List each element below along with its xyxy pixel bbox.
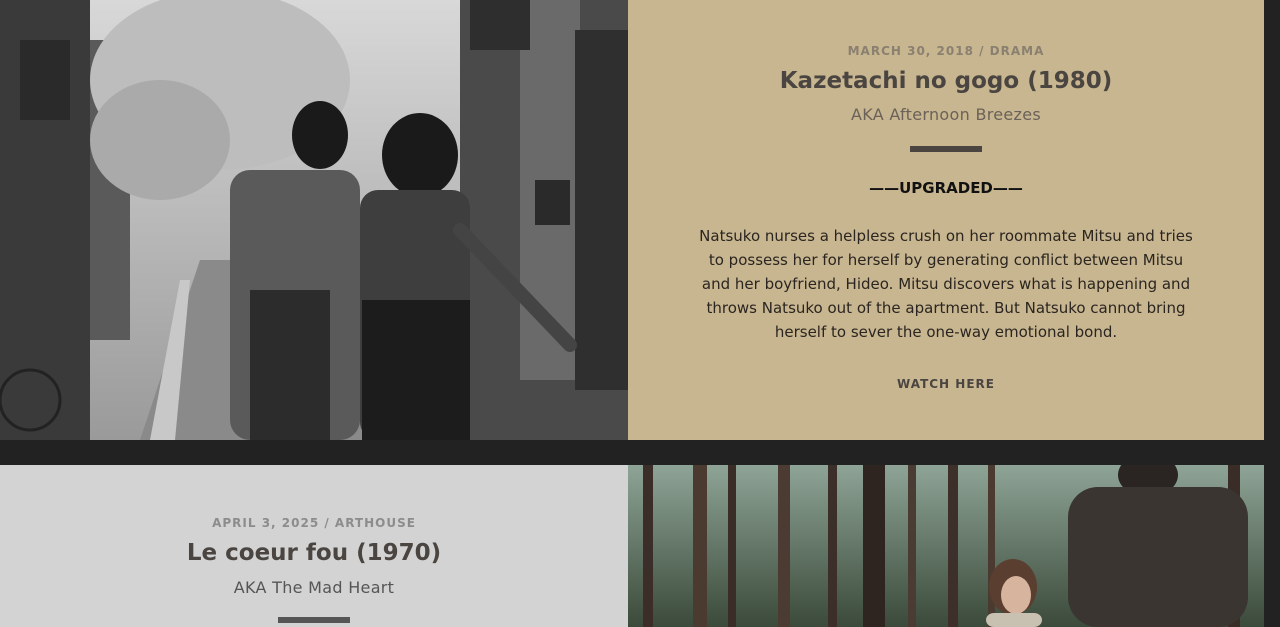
- post-1-card: MARCH 30, 2018 / DRAMA Kazetachi no gogo…: [628, 0, 1264, 440]
- post-2-card: APRIL 3, 2025 / ARTHOUSE Le coeur fou (1…: [0, 465, 628, 627]
- post-2-aka: AKA The Mad Heart: [233, 578, 395, 597]
- post-1-image[interactable]: [0, 0, 628, 440]
- post-2-divider: [0, 617, 628, 623]
- post-1-aka: AKA Afternoon Breezes: [850, 105, 1042, 124]
- post-1-title[interactable]: Kazetachi no gogo (1980): [628, 68, 1264, 94]
- post-1-meta: MARCH 30, 2018 / DRAMA: [847, 44, 1045, 58]
- post-1-description: Natsuko nurses a helpless crush on her r…: [699, 227, 1193, 341]
- post-1-tag: ——UPGRADED——: [869, 179, 1023, 197]
- post-1-watch-link[interactable]: WATCH HERE: [897, 377, 995, 391]
- post-2-meta: APRIL 3, 2025 / ARTHOUSE: [212, 516, 416, 530]
- post-2-image[interactable]: [628, 465, 1264, 627]
- post-1-divider: [628, 146, 1264, 152]
- post-2-title[interactable]: Le coeur fou (1970): [0, 540, 628, 566]
